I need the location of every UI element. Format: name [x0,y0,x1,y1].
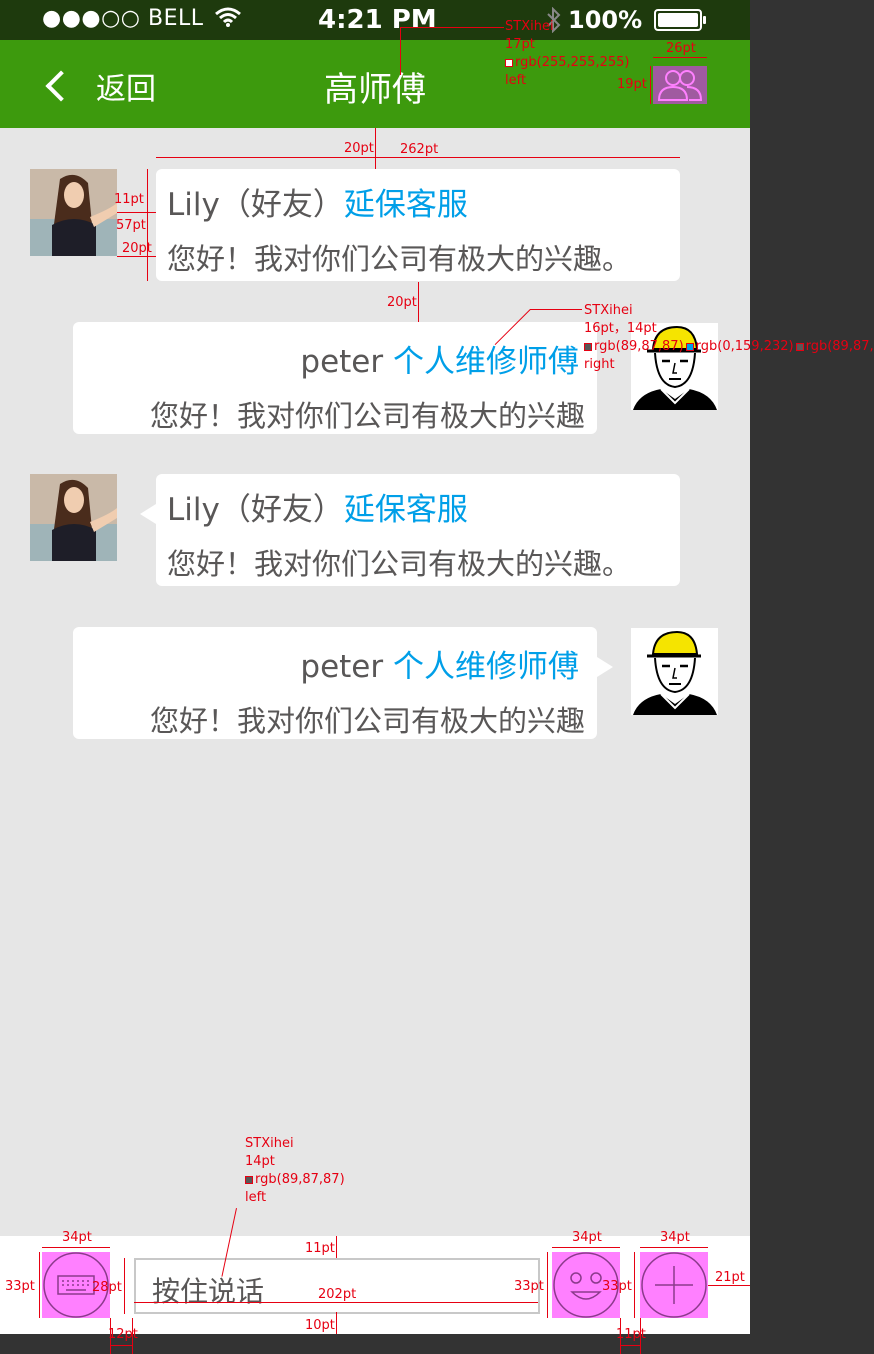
dim-input-width: 202pt [318,1287,357,1302]
message-bubble[interactable]: peter 个人维修师傅 您好！我对你们公司有极大的兴趣 [73,322,597,434]
dim-keyboard-width: 34pt [62,1230,92,1245]
avatar[interactable] [30,474,117,561]
clock: 4:21 PM [318,5,437,35]
sender-line: Lily（好友）延保客服 [167,179,468,224]
annotation-input-font: STXihei 14pt rgb(89,87,87) left [245,1136,345,1205]
dim-avatar-gap: 11pt [114,192,144,207]
dim-input-height: 28pt [92,1280,122,1295]
plus-button[interactable] [640,1252,708,1318]
dim-group-width: 26pt [666,41,696,56]
sender-role: 个人维修师傅 [393,344,579,380]
chat-screen: ●●●○○ BELL 4:21 PM 100% 返回 高师傅 Lily（好友）延… [0,0,750,1334]
bubble-tail [597,657,613,677]
message-text: 您好！我对你们公司有极大的兴趣 [149,399,585,433]
bubble-tail [140,504,156,524]
sender-role: 延保客服 [343,187,468,223]
annotation-title-font: STXihei 17pt rgb(255,255,255) left [505,19,630,88]
annotation-bubble-font: STXihei 16pt，14pt rgb(89,87,87) rgb(0,159… [584,303,874,372]
voice-hold-label: 按住说话 [152,1275,265,1308]
dim-input-bottom: 10pt [305,1318,335,1333]
message-bubble[interactable]: Lily（好友）延保客服 您好！我对你们公司有极大的兴趣。 [140,474,680,586]
sender-role: 个人维修师傅 [393,649,579,685]
dim-plus-width: 34pt [660,1230,690,1245]
sender-name: peter [300,344,384,380]
dim-avatar-height: 57pt [116,218,146,233]
dim-tail: 20pt [122,241,152,256]
sender-name: peter [300,649,384,685]
dim-message-gap: 20pt [387,295,417,310]
sender-name: Lily（好友） [167,187,344,223]
dim-left-margin: 12pt [108,1327,138,1342]
wifi-icon [215,7,241,27]
carrier-signal: ●●●○○ BELL [42,6,241,31]
message-bubble[interactable]: Lily（好友）延保客服 您好！我对你们公司有极大的兴趣。 [156,169,680,281]
message-text: 您好！我对你们公司有极大的兴趣 [149,704,585,738]
avatar[interactable] [30,169,117,256]
dim-button-gap: 11pt [616,1327,646,1342]
sender-name: Lily（好友） [167,492,344,528]
group-button[interactable] [653,66,707,104]
sender-line: peter 个人维修师傅 [300,336,579,381]
dim-top-gap: 20pt [344,141,374,156]
dim-group-height: 19pt [617,77,647,92]
dim-plus-height: 33pt [602,1279,632,1294]
dim-emoji-height: 33pt [514,1279,544,1294]
dim-input-top: 11pt [305,1241,335,1256]
avatar[interactable] [631,628,718,715]
sender-role: 延保客服 [343,492,468,528]
dim-keyboard-height: 33pt [5,1279,35,1294]
status-bar: ●●●○○ BELL 4:21 PM 100% [0,0,750,40]
plus-icon [641,1252,707,1318]
dim-bubble-width: 262pt [400,142,439,157]
dim-emoji-width: 34pt [572,1230,602,1245]
group-icon [657,70,703,101]
sender-line: Lily（好友）延保客服 [167,484,468,529]
sender-line: peter 个人维修师傅 [300,641,579,686]
message-text: 您好！我对你们公司有极大的兴趣。 [167,547,632,581]
dim-right-margin: 21pt [715,1270,745,1285]
message-text: 您好！我对你们公司有极大的兴趣。 [167,242,632,276]
message-bubble[interactable]: peter 个人维修师傅 您好！我对你们公司有极大的兴趣 [73,627,613,739]
battery-icon [654,9,707,31]
